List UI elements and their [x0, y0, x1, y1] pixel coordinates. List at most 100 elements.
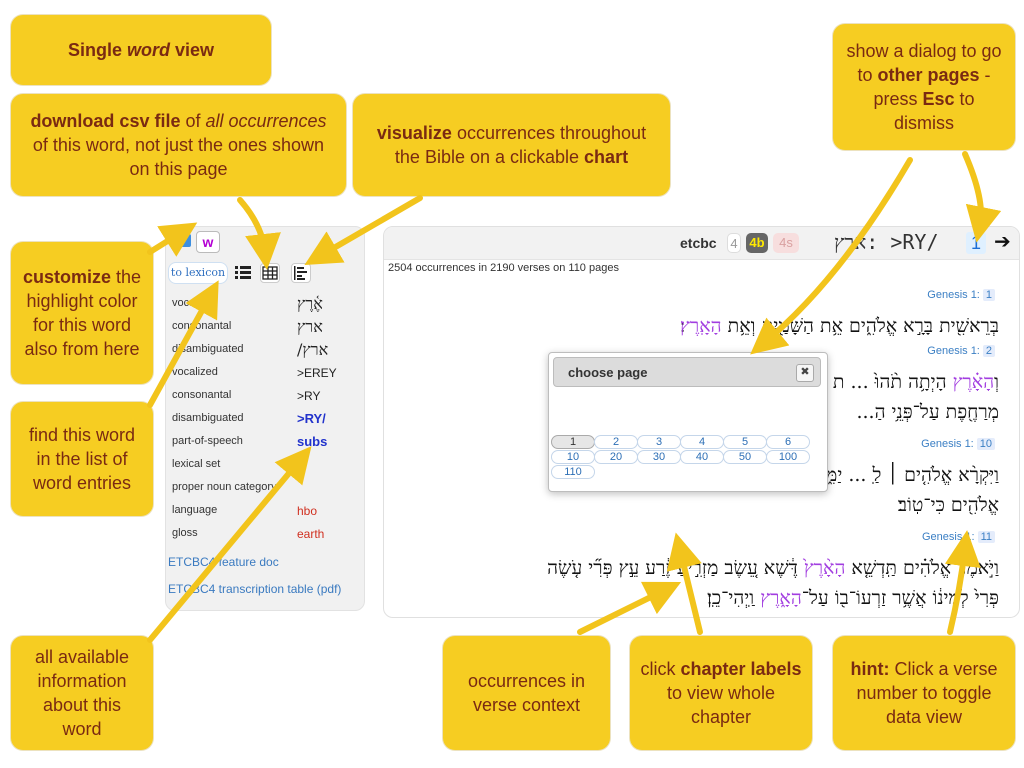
page-button[interactable]: 10 [551, 450, 595, 464]
feature-name: vocalized [172, 297, 218, 309]
to-lexicon-button[interactable]: to lexicon [168, 262, 228, 284]
feature-name: proper noun category [172, 481, 277, 493]
verse-segment: מְרַחֶ֖פֶת עַל־פְּנֵ֥י הַ... [856, 401, 999, 423]
verse-text: אֱלֹהִ֖ים כִּי־טֽוֹב׃ [399, 490, 999, 520]
verse-label[interactable]: Genesis 1: 11 [922, 531, 995, 543]
page-button[interactable]: 5 [723, 435, 767, 449]
highlighted-word[interactable]: הָאָ֗רֶץ [953, 371, 995, 393]
callout-single-word-view: Single word view [11, 15, 271, 85]
next-page-icon[interactable]: ➔ [994, 229, 1011, 254]
verse-number[interactable]: 11 [977, 531, 995, 543]
verse-text: וַיֹּ֣אמֶר אֱלֹהִ֗ים תַּֽדְשֵׁ֤א הָאָ֨רֶ… [399, 553, 999, 583]
chapter-label[interactable]: Genesis 1: [927, 345, 980, 357]
version-4b-badge[interactable]: 4b [746, 233, 768, 253]
verse-number[interactable]: 10 [976, 438, 995, 450]
feature-value: earth [297, 527, 325, 541]
verse-segment: וְ [994, 371, 999, 393]
callout-page-dialog: show a dialog to go to other pages - pre… [833, 24, 1015, 150]
verse-label[interactable]: Genesis 1: 10 [921, 438, 995, 450]
callout-download-csv: download csv file of all occurrences of … [11, 94, 346, 196]
corpus-label: etcbc [680, 235, 717, 251]
callout-customize-color: customize the highlight color for this w… [11, 242, 153, 384]
feature-doc-link[interactable]: ETCBC4 feature doc [168, 555, 279, 569]
feature-row: disambiguated ארץ/ [172, 340, 362, 360]
feature-row: consonantal >RY [172, 386, 362, 406]
verse-segment: דֶּ֔שֶׁא עֵ֚שֶׂב מַזְרִ֣יעַ זֶ֔רַע עֵ֣ץ … [547, 557, 804, 579]
feature-row: consonantal ארץ [172, 317, 362, 337]
feature-name: gloss [172, 527, 198, 539]
verse-segment: וַֽיְהִי־כֵֽן׃ [706, 587, 761, 609]
download-csv-table-icon[interactable] [260, 263, 280, 283]
transcription-table-link[interactable]: ETCBC4 transcription table (pdf) [168, 582, 341, 596]
verse-segment: אֱלֹהִ֖ים כִּי־טֽוֹב׃ [897, 494, 999, 516]
occurrence-summary: 2504 occurrences in 2190 verses on 110 p… [388, 262, 619, 274]
page-button[interactable]: 50 [723, 450, 767, 464]
choose-page-dialog: choose page ✖ 1 2 3 4 5 6 10 20 30 40 50 100 110 [548, 352, 828, 492]
close-icon[interactable]: ✖ [796, 364, 814, 382]
page-button[interactable]: 40 [680, 450, 724, 464]
version-4s-badge[interactable]: 4s [773, 233, 799, 253]
page-button[interactable]: 20 [594, 450, 638, 464]
verse-text: פְּרִי֙ לְמִינ֔וֹ אֲשֶׁ֥ר זַרְעוֹ־ב֖וֹ ע… [399, 583, 999, 613]
callout-visualize-chart: visualize occurrences throughout the Bib… [353, 94, 670, 196]
page-button[interactable]: 110 [551, 465, 595, 479]
highlight-color-button[interactable]: w [196, 231, 220, 253]
feature-row: disambiguated >RY/ [172, 409, 362, 429]
page-number-button[interactable]: 1 [966, 232, 986, 254]
feature-row: gloss earth [172, 524, 362, 544]
feature-value: ארץ/ [297, 340, 329, 359]
page-button[interactable]: 1 [551, 435, 595, 449]
feature-value: >EREY [297, 366, 337, 380]
highlighted-word[interactable]: הָאָֽרֶץ [680, 315, 722, 337]
verse-label[interactable]: Genesis 1: 2 [927, 345, 995, 357]
verse-number[interactable]: 1 [982, 289, 995, 301]
feature-value[interactable]: >RY/ [297, 411, 326, 426]
feature-value: ארץ [297, 317, 323, 336]
callout-all-information: all available information about this wor… [11, 636, 153, 750]
feature-row: proper noun category [172, 478, 362, 498]
chapter-label[interactable]: Genesis 1: [921, 438, 974, 450]
feature-value[interactable]: subs [297, 434, 327, 449]
page-button[interactable]: 3 [637, 435, 681, 449]
callout-chapter-labels: click chapter labels to view whole chapt… [630, 636, 812, 750]
chapter-label[interactable]: Genesis 1: [922, 531, 975, 543]
feature-value: אֶ֫רֶץ [297, 294, 323, 313]
callout-verse-context: occurrences in verse context [443, 636, 610, 750]
highlighted-word[interactable]: הָאָ֨רֶץ֙ [804, 557, 846, 579]
feature-name: consonantal [172, 320, 232, 332]
feature-row: language hbo [172, 501, 362, 521]
callout-find-word: find this word in the list of word entri… [11, 402, 153, 516]
list-icon[interactable] [233, 263, 253, 283]
feature-name: disambiguated [172, 343, 244, 355]
feature-name: lexical set [172, 458, 221, 470]
page-button[interactable]: 2 [594, 435, 638, 449]
chapter-label[interactable]: Genesis 1: [927, 289, 980, 301]
word-title: ארץ: >RY/ [834, 230, 939, 254]
verse-segment: וַיֹּ֣אמֶר אֱלֹהִ֗ים תַּֽדְשֵׁ֤א [845, 557, 999, 579]
verse-segment: בְּרֵאשִׁ֖ית בָּרָ֣א אֱלֹהִ֑ים אֵ֥ת הַשָ… [721, 315, 999, 337]
highlight-checkbox[interactable] [178, 234, 191, 247]
verse-label[interactable]: Genesis 1: 1 [927, 289, 995, 301]
dialog-header: choose page ✖ [553, 357, 821, 387]
page-button[interactable]: 30 [637, 450, 681, 464]
page-button[interactable]: 6 [766, 435, 810, 449]
feature-value: >RY [297, 389, 321, 403]
feature-row: part-of-speech subs [172, 432, 362, 452]
results-header: etcbc 4 4b 4s ארץ: >RY/ 1 ➔ [384, 227, 1019, 260]
page-button[interactable]: 100 [766, 450, 810, 464]
feature-name: consonantal [172, 389, 232, 401]
callout-hint-verse-number: hint: Click a verse number to toggle dat… [833, 636, 1015, 750]
feature-row: vocalized >EREY [172, 363, 362, 383]
verse-segment: פְּרִי֙ לְמִינ֔וֹ אֲשֶׁ֥ר זַרְעוֹ־ב֖וֹ ע… [801, 587, 999, 609]
verse-number[interactable]: 2 [982, 345, 995, 357]
dialog-title: choose page [568, 365, 648, 380]
feature-name: disambiguated [172, 412, 244, 424]
verse-text: בְּרֵאשִׁ֖ית בָּרָ֣א אֱלֹהִ֑ים אֵ֥ת הַשָ… [399, 311, 999, 341]
page-button[interactable]: 4 [680, 435, 724, 449]
feature-row: vocalized אֶ֫רֶץ [172, 294, 362, 314]
feature-name: part-of-speech [172, 435, 243, 447]
chart-icon[interactable] [291, 263, 311, 283]
highlighted-word[interactable]: הָאָ֑רֶץ [760, 587, 802, 609]
feature-name: vocalized [172, 366, 218, 378]
version-4-badge[interactable]: 4 [727, 233, 741, 253]
